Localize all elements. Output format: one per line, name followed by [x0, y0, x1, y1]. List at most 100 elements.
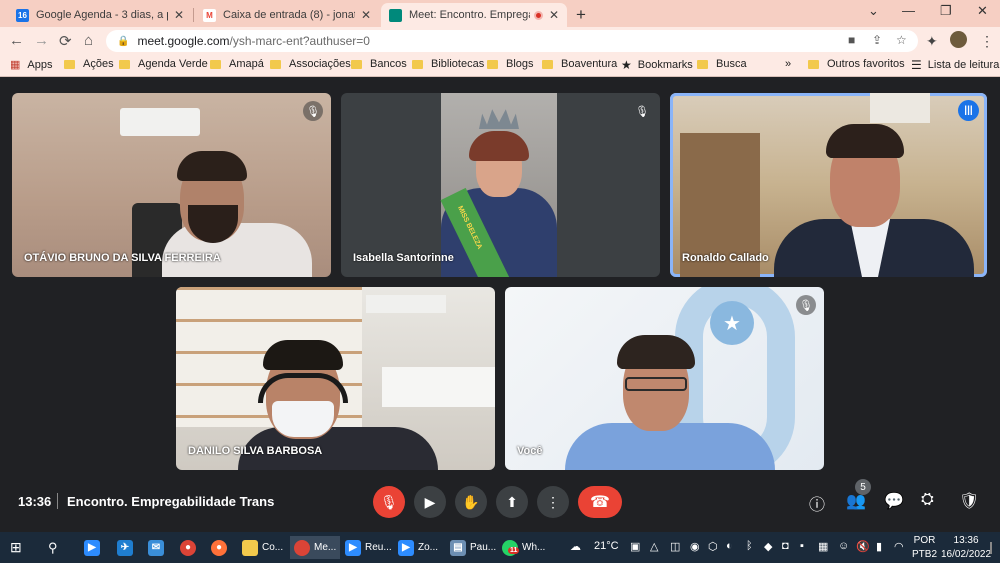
- speaker-muted-icon[interactable]: 🔇: [856, 540, 870, 553]
- tray-app-icon[interactable]: ◐: [726, 540, 733, 552]
- back-button[interactable]: ←: [9, 32, 24, 49]
- raise-hand-button[interactable]: ✋: [455, 486, 487, 518]
- forward-button[interactable]: →: [34, 32, 49, 49]
- tray-app-icon[interactable]: ◉: [690, 540, 700, 553]
- wifi-icon[interactable]: ◠: [894, 540, 904, 553]
- address-bar[interactable]: 🔒 meet.google.com/ysh-marc-ent?authuser=…: [106, 30, 918, 52]
- taskbar-item[interactable]: 11 Wh...: [502, 536, 545, 559]
- show-desktop-button[interactable]: [990, 542, 992, 554]
- tray-app-icon[interactable]: ▣: [630, 540, 640, 553]
- host-controls-icon[interactable]: 🛡: [959, 491, 979, 511]
- participant-tile-self[interactable]: ★ 🎙 Você: [505, 287, 824, 470]
- taskbar-pinned-app[interactable]: ●: [211, 536, 231, 559]
- taskbar-item[interactable]: ▤ Pau...: [450, 536, 496, 559]
- close-tab-icon[interactable]: ✕: [549, 8, 559, 22]
- profile-avatar[interactable]: [950, 31, 967, 48]
- participant-name: Ronaldo Callado: [682, 252, 769, 264]
- taskbar-pinned-app[interactable]: ✈: [117, 536, 137, 559]
- participant-tile[interactable]: 🎙 OTÁVIO BRUNO DA SILVA FERREIRA: [12, 93, 331, 277]
- system-clock[interactable]: 13:36 16/02/2022: [941, 534, 991, 562]
- tab-search-icon[interactable]: ⌄: [868, 3, 879, 19]
- other-bookmarks[interactable]: Outros favoritos: [808, 58, 905, 70]
- taskbar-item[interactable]: ▶ Reu...: [345, 536, 392, 559]
- lock-icon[interactable]: 🔒: [117, 36, 129, 47]
- folder-icon: [412, 59, 423, 69]
- air-conditioner: [120, 108, 200, 136]
- mic-off-icon: 🎙: [303, 101, 323, 121]
- taskbar-pinned-app[interactable]: ✉: [148, 536, 168, 559]
- bookmark-folder[interactable]: Busca: [697, 58, 747, 70]
- taskbar-pinned-app[interactable]: ●: [180, 536, 200, 559]
- restore-button[interactable]: ❐: [940, 3, 952, 19]
- recording-indicator-icon: [533, 10, 543, 20]
- more-options-button[interactable]: ⋮: [537, 486, 569, 518]
- bookmark-folder[interactable]: Blogs: [487, 58, 534, 70]
- chat-icon[interactable]: 💬: [884, 491, 904, 511]
- ceiling-vent: [870, 93, 930, 123]
- folder-icon: [487, 59, 498, 69]
- notification-badge: 11: [508, 546, 520, 554]
- bookmark-folder[interactable]: Associações: [270, 58, 351, 70]
- new-tab-button[interactable]: +: [576, 5, 586, 25]
- reading-list[interactable]: ☰ Lista de leitura: [911, 58, 999, 72]
- bookmark-folder[interactable]: Amapá: [210, 58, 264, 70]
- antivirus-icon[interactable]: ◘: [782, 540, 789, 552]
- taskbar-item[interactable]: Co...: [242, 536, 283, 559]
- extensions-icon[interactable]: ✦: [926, 33, 938, 50]
- browser-tab-strip: 16 Google Agenda - 3 dias, a partir ✕ M …: [0, 0, 1000, 27]
- activities-icon[interactable]: ⛭: [921, 491, 934, 509]
- mic-toggle-button[interactable]: 🎙: [373, 486, 405, 518]
- participant-tile[interactable]: MISS BELEZA 🎙 Isabella Santorinne: [341, 93, 660, 277]
- tray-app-icon[interactable]: ▦: [818, 540, 828, 553]
- input-language[interactable]: POR PTB2: [912, 534, 937, 562]
- bookmark-star-icon[interactable]: ☆: [896, 33, 907, 47]
- bookmark-folder[interactable]: Bancos: [351, 58, 407, 70]
- close-tab-icon[interactable]: ✕: [174, 8, 184, 22]
- close-tab-icon[interactable]: ✕: [361, 8, 371, 22]
- tab-gmail[interactable]: M Caixa de entrada (8) - jonatas.s.a ✕: [195, 3, 379, 27]
- present-screen-button[interactable]: ⬆: [496, 486, 528, 518]
- camera-in-use-icon[interactable]: ■: [848, 33, 855, 47]
- leave-call-button[interactable]: ☎: [578, 486, 622, 518]
- bookmarks-overflow-button[interactable]: »: [785, 58, 791, 70]
- taskbar-pinned-app[interactable]: ▶: [84, 536, 104, 559]
- microphone-icon[interactable]: ▮: [876, 540, 882, 553]
- reload-button[interactable]: ⟳: [59, 32, 72, 50]
- chrome-menu-icon[interactable]: ⋮: [980, 33, 994, 50]
- camera-toggle-button[interactable]: ▶: [414, 486, 446, 518]
- tab-google-agenda[interactable]: 16 Google Agenda - 3 dias, a partir ✕: [8, 3, 192, 27]
- folder-icon: [270, 59, 281, 69]
- bookmark-apps[interactable]: ▦ Apps: [10, 58, 52, 72]
- close-window-button[interactable]: ✕: [977, 3, 988, 19]
- home-button[interactable]: ⌂: [84, 32, 93, 49]
- bookmark-folder[interactable]: Bibliotecas: [412, 58, 484, 70]
- tab-title: Google Agenda - 3 dias, a partir: [36, 9, 168, 21]
- tray-app-icon[interactable]: ◆: [764, 540, 772, 553]
- tray-app-icon[interactable]: ▪: [800, 540, 804, 552]
- tray-app-icon[interactable]: ☺: [838, 540, 849, 552]
- headset: [258, 373, 348, 403]
- tray-app-icon[interactable]: ◫: [670, 540, 680, 553]
- participant-tile[interactable]: DANILO SILVA BARBOSA: [176, 287, 495, 470]
- windows-start-icon[interactable]: ⊞: [10, 536, 22, 559]
- participant-tile-active-speaker[interactable]: ||| Ronaldo Callado: [670, 93, 987, 277]
- tab-google-meet[interactable]: Meet: Encontro. Empregabili ✕: [381, 3, 567, 27]
- bookmark-folder[interactable]: Ações: [64, 58, 114, 70]
- more-vert-icon: ⋮: [546, 493, 560, 510]
- bookmark-folder[interactable]: Agenda Verde: [119, 58, 208, 70]
- windows-taskbar: ⊞ ⚲ ▶ ✈ ✉ ● ● Co... Me... ▶ Reu... ▶ Zo...…: [0, 532, 1000, 563]
- tray-app-icon[interactable]: ⬡: [708, 540, 718, 553]
- search-icon[interactable]: ⚲: [48, 536, 58, 559]
- divider: [57, 493, 58, 509]
- bookmark-bookmarks[interactable]: ★ Bookmarks: [621, 58, 693, 72]
- google-drive-icon[interactable]: △: [650, 540, 658, 553]
- minimize-button[interactable]: —: [902, 3, 915, 18]
- bookmark-folder[interactable]: Boaventura: [542, 58, 617, 70]
- share-icon[interactable]: ⇪: [872, 33, 882, 47]
- meeting-info-icon[interactable]: ⓘ: [809, 491, 825, 515]
- taskbar-item-active[interactable]: Me...: [290, 536, 341, 559]
- weather-icon[interactable]: ☁: [570, 540, 581, 553]
- whatsapp-icon: 11: [502, 539, 520, 556]
- bluetooth-icon[interactable]: ᛒ: [746, 540, 753, 552]
- taskbar-item[interactable]: ▶ Zo...: [398, 536, 438, 559]
